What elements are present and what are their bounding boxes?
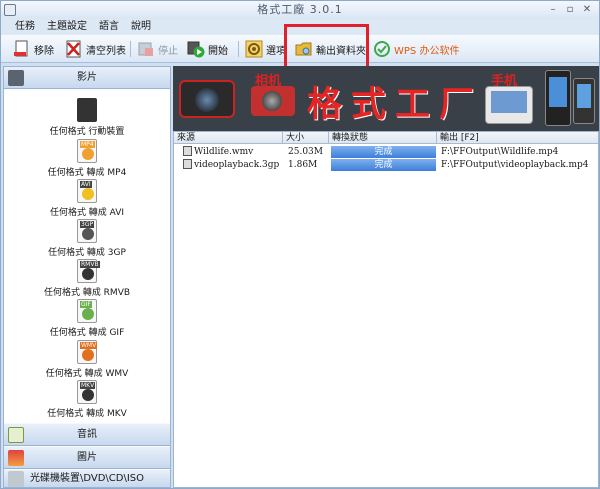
- phone-image: [485, 86, 533, 124]
- source-cell: Wildlife.wmv: [181, 146, 283, 158]
- title-bar: 格式工廠 3.0.1 – ▫ ✕: [1, 1, 599, 19]
- mobile-device-icon: [77, 98, 97, 122]
- menu-language[interactable]: 語言: [93, 19, 125, 35]
- category-video[interactable]: 影片: [4, 67, 170, 89]
- minimize-icon[interactable]: –: [547, 3, 560, 16]
- maximize-icon[interactable]: ▫: [564, 3, 577, 16]
- status-cell: 完成: [331, 159, 436, 171]
- banner-camera-label: 相机: [255, 74, 282, 89]
- avi-icon: AVI: [77, 179, 97, 203]
- category-rom-label: 光碟機裝置\DVD\CD\ISO: [29, 473, 145, 484]
- mkv-icon: MKV: [77, 380, 97, 404]
- wps-button[interactable]: WPS 办公软件: [373, 38, 459, 60]
- clear-list-button[interactable]: 清空列表: [65, 38, 126, 60]
- wmv-icon: WMV: [77, 340, 98, 364]
- sidebar: 影片 任何格式 行動裝置 MP4 任何格式 轉成 MP4 AVI 任何格式 轉成…: [3, 66, 171, 488]
- column-size[interactable]: 大小: [283, 132, 329, 144]
- remove-label: 移除: [34, 45, 54, 57]
- clear-list-label: 清空列表: [86, 45, 126, 57]
- wps-icon: [373, 40, 391, 58]
- stop-button[interactable]: 停止: [137, 38, 178, 60]
- format-item-gif[interactable]: GIF 任何格式 轉成 GIF: [4, 299, 170, 338]
- format-item-rmvb[interactable]: RMVB 任何格式 轉成 RMVB: [4, 259, 170, 298]
- category-audio-label: 音訊: [77, 429, 97, 440]
- phone-image: [573, 78, 595, 124]
- promo-banner: 相机 格式工厂 手机: [173, 66, 599, 131]
- task-list-header: 來源 大小 轉換狀態 輸出 [F2]: [174, 132, 598, 144]
- format-item-3gp[interactable]: 3GP 任何格式 轉成 3GP: [4, 219, 170, 258]
- column-output[interactable]: 輸出 [F2]: [437, 132, 598, 144]
- app-icon: [4, 4, 16, 16]
- category-video-label: 影片: [77, 72, 97, 83]
- options-label: 選項: [266, 45, 286, 57]
- format-item-label: 任何格式 轉成 WMV: [45, 369, 129, 379]
- stop-icon: [137, 40, 155, 58]
- toolbar-separator: [238, 41, 239, 57]
- category-audio[interactable]: 音訊: [4, 424, 170, 446]
- menu-tasks[interactable]: 任務: [1, 19, 41, 35]
- start-label: 開始: [208, 45, 228, 57]
- toolbar-separator: [130, 41, 131, 57]
- remove-icon: [13, 40, 31, 58]
- format-item-label: 任何格式 轉成 MKV: [47, 409, 127, 419]
- 3gp-icon: 3GP: [77, 219, 97, 243]
- mp4-icon: MP4: [77, 139, 97, 163]
- start-button[interactable]: 開始: [187, 38, 228, 60]
- banner-title: 格式工厂: [307, 85, 484, 125]
- format-item-label: 任何格式 轉成 MP4: [47, 168, 127, 178]
- camcorder-image: [179, 80, 235, 118]
- video-category-icon: [8, 70, 24, 86]
- category-rom[interactable]: 光碟機裝置\DVD\CD\ISO: [4, 470, 170, 488]
- music-icon: [8, 427, 24, 443]
- source-cell: videoplayback.3gp: [181, 159, 283, 171]
- format-item-mobile[interactable]: 任何格式 行動裝置: [4, 98, 170, 137]
- format-item-mkv[interactable]: MKV 任何格式 轉成 MKV: [4, 380, 170, 419]
- disc-icon: [8, 471, 24, 487]
- menu-help[interactable]: 說明: [125, 19, 157, 35]
- column-status[interactable]: 轉換狀態: [329, 132, 437, 144]
- column-source[interactable]: 來源: [174, 132, 283, 144]
- picture-icon: [8, 450, 24, 466]
- video-format-list: 任何格式 行動裝置 MP4 任何格式 轉成 MP4 AVI 任何格式 轉成 AV…: [4, 90, 170, 423]
- file-icon: [183, 146, 192, 156]
- phone-image: [545, 70, 571, 126]
- output-cell: F:\FFOutput\videoplayback.mp4: [441, 160, 589, 170]
- category-picture-label: 圖片: [77, 452, 97, 463]
- file-icon: [183, 159, 192, 169]
- rmvb-icon: RMVB: [77, 259, 100, 283]
- category-picture[interactable]: 圖片: [4, 447, 170, 469]
- wps-label: WPS 办公软件: [394, 45, 460, 57]
- task-list: 來源 大小 轉換狀態 輸出 [F2] Wildlife.wmv 25.03M 完…: [173, 131, 599, 488]
- close-icon[interactable]: ✕: [581, 3, 594, 16]
- clear-list-icon: [65, 40, 83, 58]
- format-item-avi[interactable]: AVI 任何格式 轉成 AVI: [4, 179, 170, 218]
- start-icon: [187, 40, 205, 58]
- format-item-mp4[interactable]: MP4 任何格式 轉成 MP4: [4, 139, 170, 178]
- gif-icon: GIF: [77, 299, 97, 323]
- camera-image: [251, 86, 295, 116]
- status-cell: 完成: [331, 146, 436, 158]
- format-item-wmv[interactable]: WMV 任何格式 轉成 WMV: [4, 340, 170, 379]
- stop-label: 停止: [158, 45, 178, 57]
- menu-skin[interactable]: 主題設定: [41, 19, 93, 35]
- options-icon: [245, 40, 263, 58]
- size-cell: 1.86M: [288, 160, 318, 170]
- remove-button[interactable]: 移除: [13, 38, 54, 60]
- format-item-label: 任何格式 轉成 3GP: [48, 248, 126, 258]
- options-button[interactable]: 選項: [245, 38, 286, 60]
- format-item-label: 任何格式 轉成 RMVB: [43, 288, 131, 298]
- window-title: 格式工廠 3.0.1: [257, 3, 343, 16]
- size-cell: 25.03M: [288, 147, 323, 157]
- format-item-label: 任何格式 行動裝置: [49, 127, 125, 137]
- app-window: 格式工廠 3.0.1 – ▫ ✕ 任務 主題設定 語言 說明 移除 清空列表 停止: [0, 0, 600, 489]
- format-item-label: 任何格式 轉成 AVI: [49, 208, 125, 218]
- table-row[interactable]: videoplayback.3gp 1.86M 完成 F:\FFOutput\v…: [174, 159, 598, 171]
- table-row[interactable]: Wildlife.wmv 25.03M 完成 F:\FFOutput\Wildl…: [174, 146, 598, 158]
- format-item-label: 任何格式 轉成 GIF: [49, 328, 125, 338]
- output-cell: F:\FFOutput\Wildlife.mp4: [441, 147, 559, 157]
